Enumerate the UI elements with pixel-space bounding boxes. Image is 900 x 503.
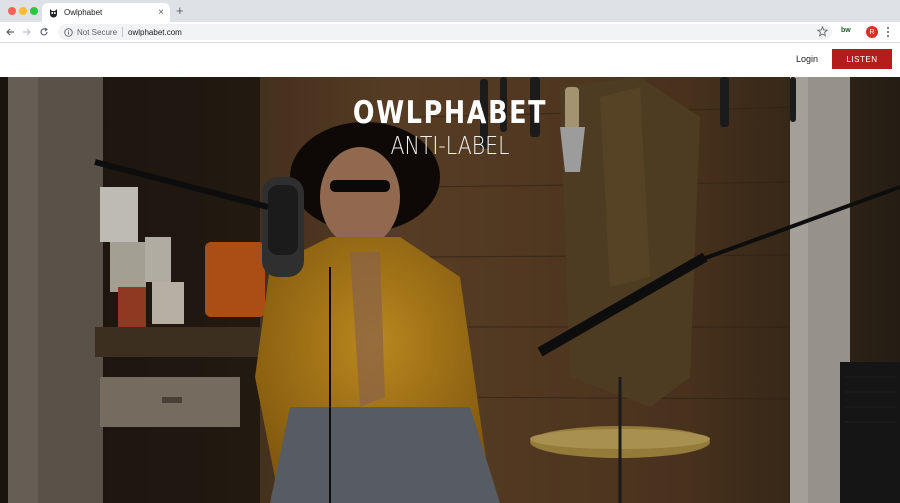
profile-avatar[interactable]: R — [866, 26, 878, 38]
close-window-button[interactable] — [8, 7, 16, 15]
tab-close-icon[interactable]: × — [158, 7, 164, 18]
minimize-window-button[interactable] — [19, 7, 27, 15]
login-link[interactable]: Login — [796, 54, 818, 64]
owl-favicon-icon — [48, 8, 58, 18]
browser-tab-strip: Owlphabet × + — [0, 0, 900, 22]
address-bar[interactable]: Not Secure owlphabet.com — [58, 24, 832, 40]
security-status: Not Secure — [77, 27, 118, 37]
new-tab-button[interactable]: + — [176, 3, 184, 19]
site-header: Login LISTEN — [0, 43, 900, 77]
back-arrow-icon[interactable] — [3, 25, 17, 39]
hero-video[interactable]: OWLPHABET ANTI-LABEL — [0, 77, 900, 503]
maximize-window-button[interactable] — [30, 7, 38, 15]
address-separator — [122, 27, 124, 37]
reload-icon[interactable] — [37, 25, 51, 39]
info-icon[interactable] — [64, 27, 73, 37]
forward-arrow-icon[interactable] — [20, 25, 34, 39]
hero-title: OWLPHABET — [352, 95, 548, 131]
browser-toolbar: Not Secure owlphabet.com bw R — [0, 22, 900, 43]
browser-tab[interactable]: Owlphabet × — [42, 3, 170, 22]
listen-button[interactable]: LISTEN — [832, 49, 892, 69]
hero-subtitle: ANTI-LABEL — [390, 131, 510, 160]
tab-title: Owlphabet — [64, 8, 103, 17]
bookmark-star-icon[interactable] — [817, 26, 828, 37]
extension-icon[interactable]: bw — [841, 27, 851, 34]
url-text[interactable]: owlphabet.com — [128, 28, 182, 37]
menu-kebab-icon[interactable] — [886, 26, 890, 38]
